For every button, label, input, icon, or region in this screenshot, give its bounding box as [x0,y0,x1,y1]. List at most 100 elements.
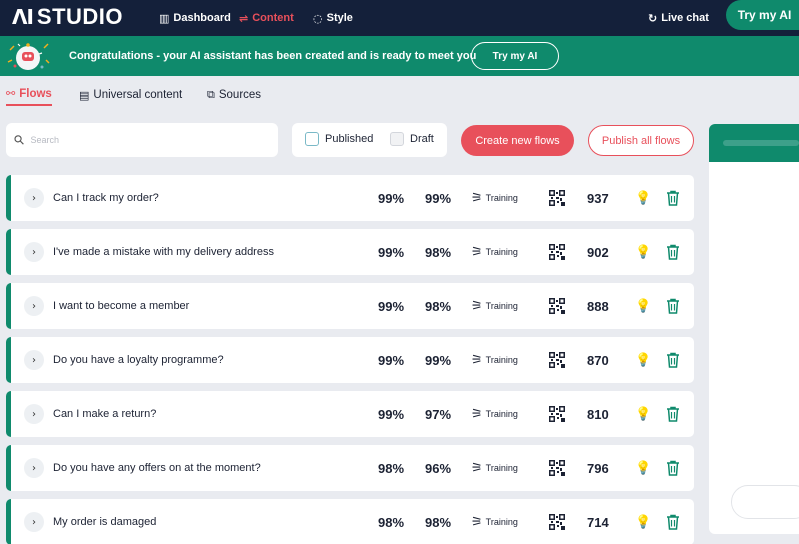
draft-checkbox[interactable]: Draft [390,132,434,146]
nav-item-style[interactable]: ◌ Style [313,0,353,36]
training-label: Training [485,517,518,527]
qr-code-icon[interactable] [549,244,565,260]
flow-score-secondary: 98% [425,514,452,530]
trash-icon[interactable] [666,406,680,422]
trash-icon[interactable] [666,298,680,314]
nav-item-content[interactable]: ⇌ Content [239,0,294,36]
nav-item-dashboard[interactable]: ▥ Dashboard [159,0,231,36]
palette-icon: ◌ [313,11,323,25]
live-chat-icon: ↻ [648,11,658,25]
training-label: Training [485,247,518,257]
create-new-flows-button[interactable]: Create new flows [461,125,574,156]
flow-row[interactable]: › My order is damaged 98% 98% ⚞ Training… [6,499,694,544]
congratulations-banner: Congratulations - your AI assistant has … [0,36,799,76]
checkbox-box[interactable] [305,132,319,146]
trash-icon[interactable] [666,244,680,260]
qr-code-icon[interactable] [549,298,565,314]
flow-count: 888 [587,298,609,314]
flow-title: Can I track my order? [53,192,159,204]
flow-row[interactable]: › Can I track my order? 99% 99% ⚞ Traini… [6,175,694,221]
training-label: Training [485,409,518,419]
flow-row[interactable]: › Do you have any offers on at the momen… [6,445,694,491]
tab-sources[interactable]: ⧉ Sources [207,84,261,106]
trash-icon[interactable] [666,514,680,530]
trash-icon[interactable] [666,352,680,368]
flow-score-primary: 99% [378,406,405,422]
qr-code-icon[interactable] [549,514,565,530]
flow-title: Do you have any offers on at the moment? [53,462,261,474]
search-box[interactable]: ⚲ [6,123,278,157]
live-chat-link[interactable]: ↻ Live chat [648,0,709,36]
flow-row[interactable]: › I want to become a member 99% 98% ⚞ Tr… [6,283,694,329]
training-icon: ⚞ [471,514,483,530]
flow-row[interactable]: › I've made a mistake with my delivery a… [6,229,694,275]
tab-label: Universal content [93,89,183,101]
content-icon: ⇌ [239,11,249,25]
trash-icon[interactable] [666,190,680,206]
flow-score-primary: 99% [378,298,405,314]
banner-try-ai-button[interactable]: Try my AI [471,42,559,70]
lightbulb-icon[interactable]: 💡 [635,445,651,491]
try-ai-button[interactable]: Try my AI [726,0,799,30]
expand-chevron-icon[interactable]: › [24,188,44,208]
preview-chat-input[interactable] [731,485,799,519]
flows-icon: ⚯ [6,87,16,100]
training-label: Training [485,301,518,311]
flow-score-primary: 98% [378,514,405,530]
training-status: ⚞ Training [471,391,518,437]
lightbulb-icon[interactable]: 💡 [635,499,651,544]
trash-icon[interactable] [666,460,680,476]
lightbulb-icon[interactable]: 💡 [635,175,651,221]
qr-code-icon[interactable] [549,352,565,368]
expand-chevron-icon[interactable]: › [24,242,44,262]
expand-chevron-icon[interactable]: › [24,404,44,424]
tab-flows[interactable]: ⚯ Flows [6,84,52,106]
flow-count: 902 [587,244,609,260]
preview-header-bar [723,140,799,146]
flow-score-secondary: 99% [425,352,452,368]
flow-count: 810 [587,406,609,422]
training-status: ⚞ Training [471,445,518,491]
sources-icon: ⧉ [207,88,215,101]
qr-code-icon[interactable] [549,406,565,422]
flow-count: 937 [587,190,609,206]
status-filters: Published Draft [292,123,447,157]
nav-item-label: Style [326,12,353,24]
flow-score-primary: 99% [378,352,405,368]
flow-count: 796 [587,460,609,476]
qr-code-icon[interactable] [549,460,565,476]
expand-chevron-icon[interactable]: › [24,350,44,370]
training-icon: ⚞ [471,460,483,476]
search-icon: ⚲ [11,131,29,149]
training-icon: ⚞ [471,244,483,260]
training-status: ⚞ Training [471,175,518,221]
top-navigation: ΛI STUDIO ▥ Dashboard ⇌ Content ◌ Style … [0,0,799,36]
search-input[interactable] [30,135,251,145]
nav-item-label: Content [252,12,294,24]
flow-title: Can I make a return? [53,408,157,420]
expand-chevron-icon[interactable]: › [24,296,44,316]
content-tabs: ⚯ Flows ▤ Universal content ⧉ Sources [0,78,700,112]
qr-code-icon[interactable] [549,190,565,206]
nav-item-label: Dashboard [173,12,231,24]
expand-chevron-icon[interactable]: › [24,458,44,478]
expand-chevron-icon[interactable]: › [24,512,44,532]
lightbulb-icon[interactable]: 💡 [635,283,651,329]
lightbulb-icon[interactable]: 💡 [635,229,651,275]
tab-universal-content[interactable]: ▤ Universal content [79,84,182,106]
lightbulb-icon[interactable]: 💡 [635,391,651,437]
publish-all-flows-button[interactable]: Publish all flows [588,125,694,156]
flow-title: Do you have a loyalty programme? [53,354,224,366]
flow-row[interactable]: › Can I make a return? 99% 97% ⚞ Trainin… [6,391,694,437]
preview-panel [709,124,799,534]
app-logo[interactable]: ΛI STUDIO [12,4,123,30]
training-status: ⚞ Training [471,229,518,275]
lightbulb-icon[interactable]: 💡 [635,337,651,383]
published-checkbox[interactable]: Published [305,132,373,146]
flow-row[interactable]: › Do you have a loyalty programme? 99% 9… [6,337,694,383]
training-label: Training [485,355,518,365]
flow-score-secondary: 98% [425,298,452,314]
flow-score-primary: 99% [378,190,405,206]
flow-title: I've made a mistake with my delivery add… [53,246,274,258]
checkbox-box[interactable] [390,132,404,146]
